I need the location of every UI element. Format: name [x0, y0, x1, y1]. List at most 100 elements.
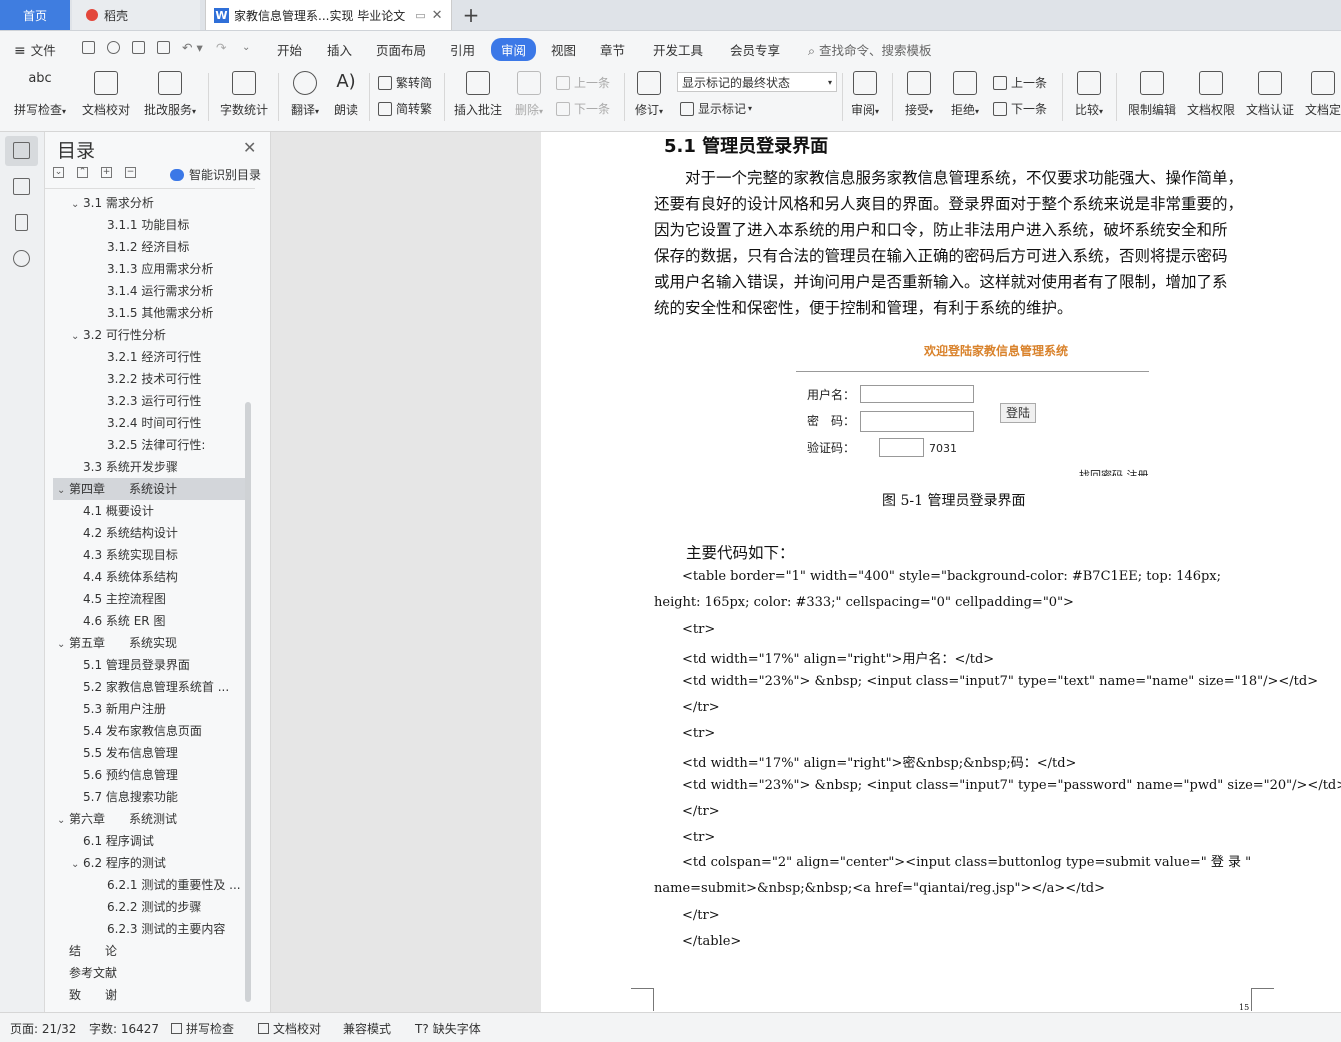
- toc-item[interactable]: ⌄ 6.2 程序的测试: [53, 852, 263, 874]
- toc-item[interactable]: 4.4 系统体系结构: [53, 566, 275, 588]
- reject-button[interactable]: 拒绝▾: [946, 71, 984, 118]
- search-icon[interactable]: [13, 250, 30, 267]
- status-doc-proof[interactable]: 文档校对: [258, 1020, 321, 1037]
- toc-item[interactable]: 3.1.5 其他需求分析: [53, 302, 299, 324]
- toc-item[interactable]: 3.1.3 应用需求分析: [53, 258, 299, 280]
- menu-member[interactable]: 会员专享: [730, 40, 780, 59]
- show-markup-button[interactable]: 显示标记 ▾: [680, 100, 752, 117]
- collapse-up-icon[interactable]: ⌃: [77, 167, 88, 178]
- minus-icon[interactable]: −: [125, 167, 136, 178]
- menu-review[interactable]: 审阅: [491, 38, 537, 61]
- insert-comment-button[interactable]: 插入批注: [452, 71, 504, 118]
- tab-home[interactable]: 首页: [0, 0, 70, 30]
- status-spell-check[interactable]: 拼写检查: [171, 1020, 234, 1037]
- toc-item[interactable]: 3.1.2 经济目标: [53, 236, 299, 258]
- bookmark-icon[interactable]: [15, 214, 28, 231]
- toc-item[interactable]: 5.3 新用户注册: [53, 698, 275, 720]
- toc-item[interactable]: 5.2 家教信息管理系统首 ...: [53, 676, 275, 698]
- toc-item[interactable]: 3.1.1 功能目标: [53, 214, 299, 236]
- toc-item[interactable]: 6.2.3 测试的主要内容: [53, 918, 299, 940]
- toc-item[interactable]: 3.2.2 技术可行性: [53, 368, 299, 390]
- toc-item[interactable]: ⌄ 3.2 可行性分析: [53, 324, 263, 346]
- toc-item[interactable]: 4.5 主控流程图: [53, 588, 275, 610]
- doc-final-button[interactable]: 文档定: [1305, 71, 1341, 118]
- command-search[interactable]: ⌕ 查找命令、搜索模板: [808, 40, 932, 59]
- plus-icon[interactable]: +: [101, 167, 112, 178]
- toc-item[interactable]: 4.3 系统实现目标: [53, 544, 275, 566]
- tab-document[interactable]: W 家教信息管理系...实现 毕业论文 ▭ ✕: [205, 0, 452, 30]
- page-indicator[interactable]: 页面: 21/32: [10, 1020, 76, 1037]
- toc-item[interactable]: 5.7 信息搜索功能: [53, 786, 275, 808]
- menu-dev-tools[interactable]: 开发工具: [653, 40, 703, 59]
- accept-button[interactable]: 接受▾: [900, 71, 938, 118]
- menu-page-layout[interactable]: 页面布局: [376, 40, 426, 59]
- toc-icon[interactable]: [13, 142, 30, 159]
- simp-to-trad-button[interactable]: 简转繁: [378, 100, 432, 117]
- next-change-button[interactable]: 下一条: [993, 100, 1047, 117]
- track-changes-button[interactable]: 修订▾: [630, 71, 668, 118]
- missing-font-button[interactable]: T? 缺失字体: [415, 1020, 481, 1037]
- delete-comment-button[interactable]: 删除▾: [510, 71, 548, 118]
- trad-to-simp-button[interactable]: 繁转简: [378, 74, 432, 91]
- chevron-down-icon[interactable]: ⌄: [71, 326, 83, 346]
- smart-toc-button[interactable]: 智能识别目录: [170, 166, 261, 183]
- toc-item[interactable]: 4.1 概要设计: [53, 500, 275, 522]
- toc-item[interactable]: ⌄ 第五章 系统实现: [53, 632, 249, 654]
- next-comment-button[interactable]: 下一条: [556, 100, 610, 117]
- chevron-down-icon[interactable]: ⌄: [57, 480, 69, 500]
- toc-item[interactable]: 3.2.4 时间可行性: [53, 412, 299, 434]
- expand-down-icon[interactable]: ⌄: [53, 167, 64, 178]
- redo-icon[interactable]: ↷: [216, 40, 226, 55]
- toc-item[interactable]: 4.2 系统结构设计: [53, 522, 275, 544]
- format-painter-icon[interactable]: [107, 41, 120, 54]
- review-pane-button[interactable]: 审阅▾: [847, 71, 883, 118]
- toc-item[interactable]: 5.5 发布信息管理: [53, 742, 275, 764]
- document-page[interactable]: 5.1 管理员登录界面 对于一个完整的家教信息服务家教信息管理系统，不仅要求功能…: [541, 132, 1341, 1012]
- toc-item[interactable]: 3.3 系统开发步骤: [53, 456, 275, 478]
- toc-item[interactable]: 3.2.5 法律可行性:: [53, 434, 299, 456]
- chevron-down-icon[interactable]: ⌄: [71, 854, 83, 874]
- prev-comment-button[interactable]: 上一条: [556, 74, 610, 91]
- toc-item[interactable]: 6.2.2 测试的步骤: [53, 896, 299, 918]
- translate-button[interactable]: 翻译▾: [286, 71, 324, 118]
- word-count-button[interactable]: 字数统计: [218, 71, 270, 118]
- toc-item[interactable]: ⌄ 第六章 系统测试: [53, 808, 249, 830]
- toc-item[interactable]: ⌄ 第四章 系统设计: [53, 478, 249, 500]
- prev-change-button[interactable]: 上一条: [993, 74, 1047, 91]
- toc-item[interactable]: 致 谢: [53, 984, 261, 1006]
- undo-icon[interactable]: ↶ ▾: [182, 40, 203, 55]
- chevron-down-icon[interactable]: ⌄: [57, 810, 69, 830]
- monitor-icon[interactable]: ▭: [415, 9, 425, 22]
- doc-cert-button[interactable]: 文档认证: [1243, 71, 1297, 118]
- close-icon[interactable]: ✕: [432, 8, 443, 23]
- chevron-down-icon[interactable]: ⌄: [57, 634, 69, 654]
- print-preview-icon[interactable]: [157, 41, 170, 54]
- toc-item[interactable]: 3.2.1 经济可行性: [53, 346, 299, 368]
- print-icon[interactable]: [132, 41, 145, 54]
- chevron-down-icon[interactable]: ⌄: [71, 194, 83, 214]
- doc-permission-button[interactable]: 文档权限: [1184, 71, 1238, 118]
- toc-item[interactable]: 6.1 程序调试: [53, 830, 275, 852]
- compare-button[interactable]: 比较▾: [1070, 71, 1108, 118]
- spell-check-button[interactable]: abc 拼写检查▾: [10, 71, 70, 118]
- toc-item[interactable]: ⌄ 3.1 需求分析: [53, 192, 263, 214]
- batch-service-button[interactable]: 批改服务▾: [140, 71, 200, 118]
- toc-scrollbar[interactable]: [245, 402, 251, 1002]
- toc-item[interactable]: 6.2.1 测试的重要性及 ...: [53, 874, 299, 896]
- file-menu[interactable]: ≡ 文件: [14, 40, 56, 59]
- doc-proof-button[interactable]: 文档校对: [80, 71, 132, 118]
- toc-item[interactable]: 3.1.4 运行需求分析: [53, 280, 299, 302]
- menu-start[interactable]: 开始: [277, 40, 302, 59]
- read-aloud-button[interactable]: A) 朗读: [330, 71, 362, 118]
- nav-pane-icon[interactable]: [13, 178, 30, 195]
- menu-references[interactable]: 引用: [450, 40, 475, 59]
- toc-item[interactable]: 5.6 预约信息管理: [53, 764, 275, 786]
- toc-item[interactable]: 5.4 发布家教信息页面: [53, 720, 275, 742]
- close-icon[interactable]: ✕: [243, 138, 256, 157]
- more-chevron-icon[interactable]: ⌄: [242, 42, 250, 53]
- word-count-indicator[interactable]: 字数: 16427: [89, 1020, 159, 1037]
- toc-item[interactable]: 5.1 管理员登录界面: [53, 654, 275, 676]
- menu-view[interactable]: 视图: [551, 40, 576, 59]
- menu-insert[interactable]: 插入: [327, 40, 352, 59]
- markup-state-select[interactable]: 显示标记的最终状态 ▾: [677, 72, 837, 92]
